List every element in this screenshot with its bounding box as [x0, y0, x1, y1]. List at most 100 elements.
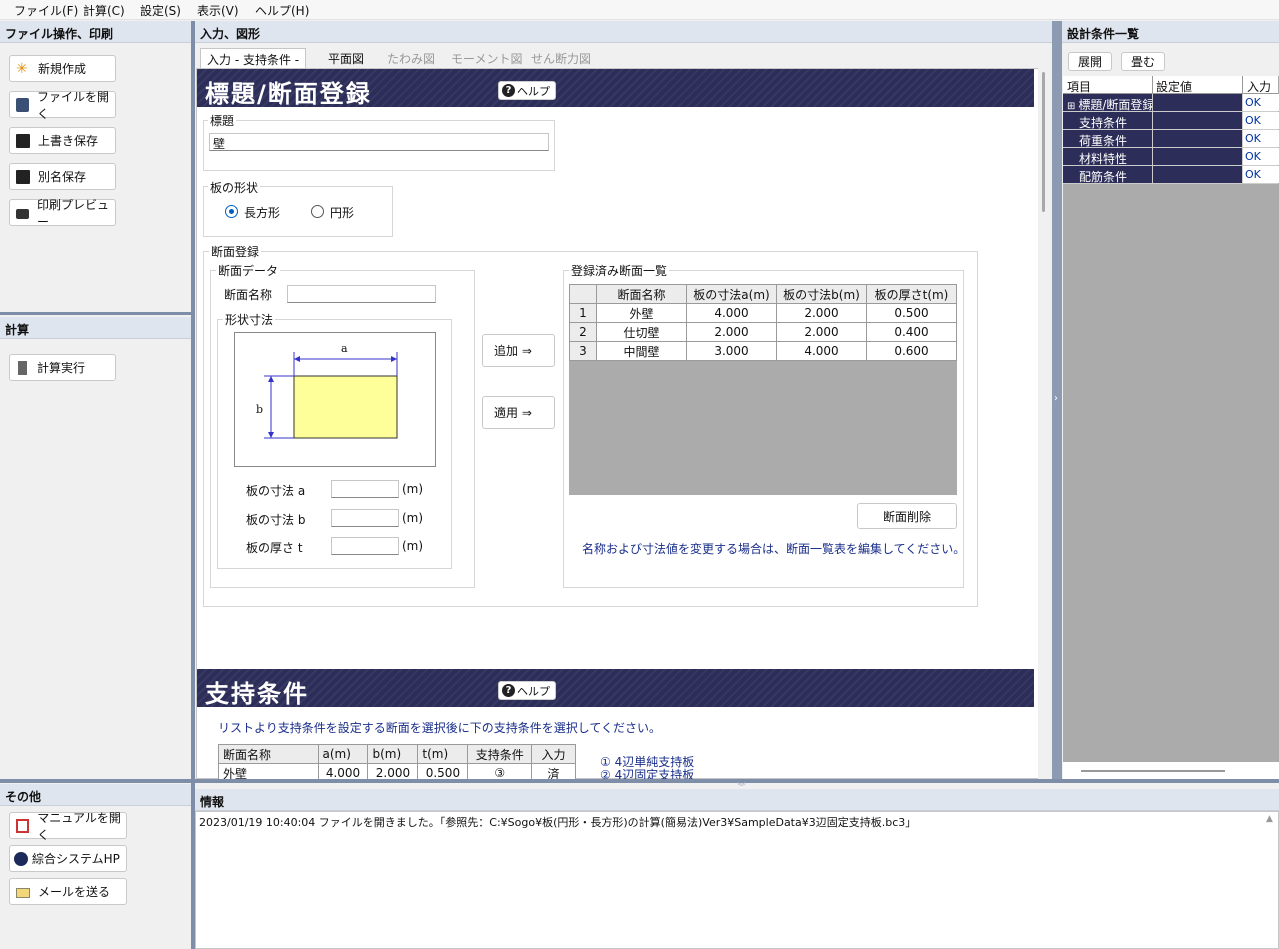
table-cell[interactable]: 0.500: [417, 763, 469, 779]
help-button[interactable]: ? ヘルプ: [498, 81, 556, 100]
tab-moment[interactable]: モーメント図: [445, 48, 529, 68]
log-line: 2023/01/19 10:40:04 ファイルを開きました。「参照先：C:¥S…: [199, 816, 917, 829]
question-icon: ?: [502, 684, 515, 697]
section-name-input[interactable]: [287, 285, 436, 303]
size-a-label: 板の寸法 a: [246, 484, 306, 498]
tab-input[interactable]: 入力 - 支持条件 -: [200, 48, 307, 68]
column-header: 入力: [531, 744, 576, 764]
table-cell[interactable]: 外壁: [596, 303, 687, 323]
tree-hscrollbar[interactable]: [1063, 762, 1279, 779]
radio-rect[interactable]: [225, 205, 238, 218]
scrollbar-thumb[interactable]: [1042, 72, 1045, 212]
table-cell[interactable]: 4.000: [317, 763, 369, 779]
print-preview-button[interactable]: 印刷プレビュー: [9, 198, 116, 229]
status-ok: OK: [1243, 94, 1279, 111]
table-header-row: 断面名称 板の寸法a(m) 板の寸法b(m) 板の厚さt(m): [569, 284, 957, 304]
title-input[interactable]: 壁: [209, 133, 549, 151]
support-options: ① 4辺単純支持板 ② 4辺固定支持板: [600, 756, 740, 779]
table-cell[interactable]: 2.000: [776, 303, 867, 323]
table-cell[interactable]: 4.000: [776, 341, 867, 361]
tree-row[interactable]: 荷重条件 OK: [1063, 130, 1279, 148]
table-row[interactable]: 1 外壁 4.000 2.000 0.500: [569, 303, 957, 323]
tab-plan[interactable]: 平面図: [322, 48, 370, 68]
table-cell[interactable]: ③: [467, 763, 533, 779]
support-help-button[interactable]: ? ヘルプ: [498, 681, 556, 700]
mail-icon: [16, 887, 30, 898]
expand-button[interactable]: 展開: [1068, 52, 1112, 71]
radio-circle[interactable]: [311, 205, 324, 218]
manual-icon: [16, 818, 30, 833]
expand-icon[interactable]: ⊞: [1067, 101, 1075, 112]
table-cell[interactable]: 済: [531, 763, 576, 779]
open-file-button[interactable]: ファイルを開く: [9, 90, 116, 121]
thickness-unit: (m): [402, 539, 424, 553]
system-hp-button[interactable]: 綜合システムHP: [9, 845, 127, 872]
status-ok: OK: [1243, 130, 1279, 147]
menu-view[interactable]: 表示(V): [197, 2, 239, 19]
column-header: 断面名称: [596, 284, 687, 304]
size-b-label: 板の寸法 b: [246, 513, 306, 527]
left-splitter[interactable]: [0, 312, 191, 315]
table-row[interactable]: 外壁 4.000 2.000 0.500 ③ 済: [218, 763, 576, 779]
menu-file[interactable]: ファイル(F): [14, 2, 78, 19]
scroll-up-icon[interactable]: ▲: [1266, 814, 1273, 824]
tree-row-label: 支持条件: [1079, 116, 1128, 130]
col-item: 項目: [1067, 80, 1092, 94]
run-calc-button[interactable]: 計算実行: [9, 354, 116, 381]
tree-row[interactable]: 支持条件 OK: [1063, 112, 1279, 130]
form-scrollbar[interactable]: [1038, 68, 1050, 779]
tree-row[interactable]: 配筋条件 OK: [1063, 166, 1279, 184]
size-a-input[interactable]: [331, 480, 399, 498]
printer-icon: [16, 208, 29, 219]
table-cell[interactable]: 3.000: [686, 341, 777, 361]
table-cell[interactable]: 2.000: [686, 322, 777, 342]
open-manual-button[interactable]: マニュアルを開く: [9, 811, 127, 842]
support-option-2[interactable]: ② 4辺固定支持板: [600, 769, 740, 780]
support-table-viewport: 断面名称 a(m) b(m) t(m) 支持条件 入力 外壁 4.000 2.0…: [218, 744, 576, 779]
table-row[interactable]: 2 仕切壁 2.000 2.000 0.400: [569, 322, 957, 342]
table-cell[interactable]: 中間壁: [596, 341, 687, 361]
send-mail-button[interactable]: メールを送る: [9, 878, 127, 905]
other-section-header: その他: [0, 784, 191, 806]
thickness-label: 板の厚さ t: [246, 541, 303, 555]
size-a-unit: (m): [402, 482, 424, 496]
menu-help[interactable]: ヘルプ(H): [255, 2, 309, 19]
file-section-header: ファイル操作、印刷: [0, 21, 191, 43]
tree-row-label: 配筋条件: [1079, 170, 1128, 184]
column-header: 断面名称: [218, 744, 319, 764]
tree-row-label: 荷重条件: [1079, 134, 1128, 148]
column-header: 支持条件: [467, 744, 533, 764]
column-header: b(m): [367, 744, 419, 764]
table-cell[interactable]: 4.000: [686, 303, 777, 323]
table-row[interactable]: 3 中間壁 3.000 4.000 0.600: [569, 341, 957, 361]
right-vertical-splitter[interactable]: ›: [1052, 21, 1062, 779]
scrollbar-thumb[interactable]: [1081, 770, 1225, 772]
new-button[interactable]: ✳ 新規作成: [9, 55, 116, 82]
size-b-input[interactable]: [331, 509, 399, 527]
dim-a-label: a: [341, 342, 348, 355]
table-cell[interactable]: 仕切壁: [596, 322, 687, 342]
thickness-input[interactable]: [331, 537, 399, 555]
delete-section-button[interactable]: 断面削除: [857, 503, 957, 529]
add-button[interactable]: 追加 ⇒: [482, 334, 555, 367]
chevron-right-icon[interactable]: ›: [1054, 393, 1058, 404]
table-cell[interactable]: 2.000: [367, 763, 419, 779]
save-button[interactable]: 上書き保存: [9, 127, 116, 154]
menu-calc[interactable]: 計算(C): [83, 2, 125, 19]
tab-deflection[interactable]: たわみ図: [381, 48, 441, 68]
collapse-button[interactable]: 畳む: [1121, 52, 1165, 71]
table-cell[interactable]: 0.600: [866, 341, 957, 361]
tree-row[interactable]: 材料特性 OK: [1063, 148, 1279, 166]
menu-settings[interactable]: 設定(S): [140, 2, 181, 19]
apply-button[interactable]: 適用 ⇒: [482, 396, 555, 429]
size-b-unit: (m): [402, 511, 424, 525]
tree-row[interactable]: ⊞ 標題/断面登録 OK: [1063, 94, 1279, 112]
save-as-button[interactable]: 別名保存: [9, 163, 116, 190]
table-cell[interactable]: 0.400: [866, 322, 957, 342]
support-title: 支持条件: [205, 680, 309, 708]
design-conditions-tree: 項目 設定値 入力チ ⊞標題/断面登録OK支持条件OK荷重条件OK材料特性OK配…: [1063, 76, 1279, 779]
table-cell[interactable]: 0.500: [866, 303, 957, 323]
table-cell[interactable]: 2.000: [776, 322, 867, 342]
table-cell[interactable]: 外壁: [218, 763, 319, 779]
tab-shear[interactable]: せん断力図: [525, 48, 597, 68]
